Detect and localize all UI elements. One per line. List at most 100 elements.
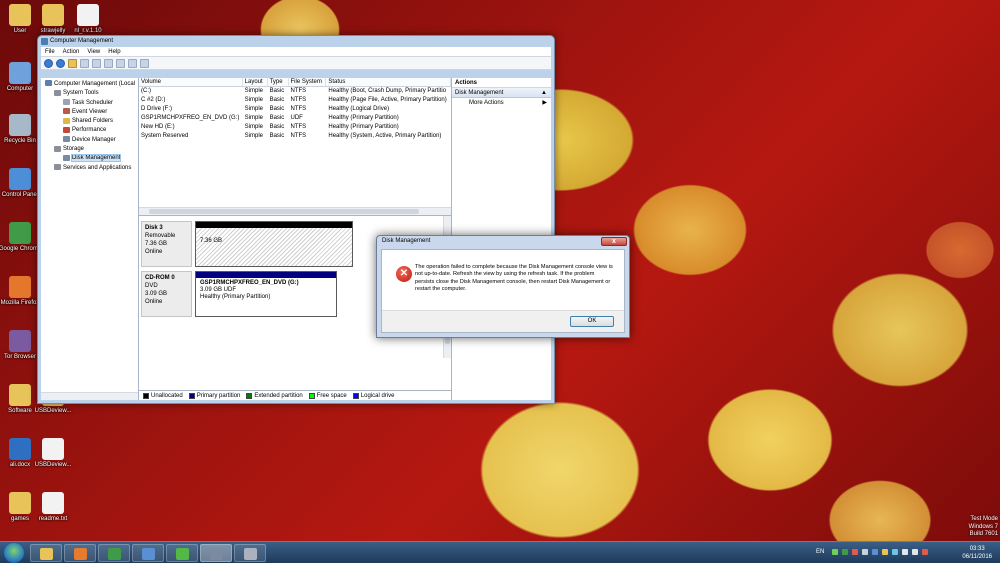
tree-item-label: Storage bbox=[63, 146, 85, 153]
desktop-icon[interactable]: readme.txt bbox=[23, 492, 83, 522]
tree-item[interactable]: Device Manager bbox=[41, 136, 138, 145]
tray-app-icon[interactable] bbox=[872, 549, 878, 555]
console-icon[interactable] bbox=[116, 58, 125, 68]
table-cell: Basic bbox=[269, 124, 285, 130]
volume-horizontal-scrollbar[interactable] bbox=[139, 207, 451, 215]
table-row[interactable]: C #2 (D:) Simple Basic NTFS Healthy (Page Fi… bbox=[139, 96, 451, 105]
tree-item[interactable]: Event Viewer bbox=[41, 108, 138, 117]
column-file-system[interactable]: File System bbox=[289, 78, 327, 86]
cdrom-0-partition[interactable]: GSP1RMCHPXFREO_EN_DVD (G:) 3.09 GB UDF H… bbox=[195, 271, 337, 317]
tray-app-icon[interactable] bbox=[832, 549, 838, 555]
partition-size: 3.09 GB UDF bbox=[200, 287, 237, 293]
window-titlebar[interactable]: Computer Management bbox=[38, 36, 554, 47]
table-row[interactable]: D Drive (F:) Simple Basic NTFS Healthy (Logi… bbox=[139, 105, 451, 114]
tree-item[interactable]: Services and Applications bbox=[41, 164, 138, 173]
chrome-icon bbox=[108, 548, 121, 560]
taskbar-disk-tool-button[interactable] bbox=[234, 544, 266, 562]
tray-app-icon[interactable] bbox=[862, 549, 868, 555]
taskbar-explorer-button[interactable] bbox=[30, 544, 62, 562]
up-folder-icon[interactable] bbox=[68, 58, 77, 68]
column-status[interactable]: Status bbox=[326, 78, 451, 86]
tree-item[interactable]: System Tools bbox=[41, 89, 138, 98]
tray-app-icon[interactable] bbox=[882, 549, 888, 555]
legend-item: Unallocated bbox=[143, 392, 183, 399]
tree-item-label: Performance bbox=[72, 127, 107, 134]
desktop-icon-glyph-icon bbox=[9, 330, 31, 352]
disk-3-unallocated-partition[interactable]: 7.36 GB bbox=[195, 221, 353, 267]
forward-arrow-icon[interactable] bbox=[56, 58, 65, 68]
taskbar-computer-management-button[interactable] bbox=[200, 544, 232, 562]
table-cell: Simple bbox=[244, 88, 263, 94]
help-icon[interactable] bbox=[104, 58, 113, 68]
column-volume[interactable]: Volume bbox=[139, 78, 243, 86]
tree-node-icon bbox=[54, 89, 61, 96]
show-hide-tree-icon[interactable] bbox=[80, 58, 89, 68]
table-row[interactable]: New HD (E:) Simple Basic NTFS Healthy (Prima… bbox=[139, 123, 451, 132]
actions-disk-management[interactable]: Disk Management ▲ bbox=[452, 88, 551, 98]
legend-item: Logical drive bbox=[352, 392, 394, 399]
desktop-icon-glyph-icon bbox=[42, 492, 64, 514]
taskbar-media-player-button[interactable] bbox=[64, 544, 96, 562]
tree-item[interactable]: Performance bbox=[41, 126, 138, 135]
tree-item[interactable]: Storage bbox=[41, 145, 138, 154]
dialog-titlebar[interactable]: Disk Management x bbox=[377, 236, 629, 247]
cdrom-state: Online bbox=[145, 299, 163, 305]
scroll-thumb[interactable] bbox=[149, 209, 419, 214]
settings-icon[interactable] bbox=[140, 58, 149, 68]
desktop-icon[interactable]: nl_r.v.1.10 bbox=[58, 4, 118, 34]
column-layout[interactable]: Layout bbox=[243, 78, 268, 86]
computer-management-window[interactable]: Computer Management File Action View Hel… bbox=[37, 35, 555, 404]
menu-action[interactable]: Action bbox=[63, 49, 80, 55]
tree-node-icon bbox=[63, 136, 70, 143]
table-row[interactable]: GSP1RMCHPXFREO_EN_DVD (G:) Simple Basic UDF… bbox=[139, 114, 451, 123]
collapse-icon[interactable]: ▲ bbox=[541, 88, 547, 98]
tree-item[interactable]: Disk Management bbox=[41, 154, 138, 163]
tray-app-icon[interactable] bbox=[842, 549, 848, 555]
legend-item: Extended partition bbox=[246, 392, 303, 399]
menu-view[interactable]: View bbox=[87, 49, 100, 55]
legend-item: Free space bbox=[308, 392, 347, 399]
taskbar-utorrent-button[interactable] bbox=[166, 544, 198, 562]
disk-management-error-dialog[interactable]: Disk Management x ✕ The operation failed… bbox=[376, 235, 630, 338]
table-row[interactable]: (C:) Simple Basic NTFS Healthy (Boot, Crash … bbox=[139, 87, 451, 96]
tree-node-icon bbox=[63, 154, 70, 161]
language-indicator[interactable]: EN bbox=[816, 549, 824, 555]
back-arrow-icon[interactable] bbox=[44, 58, 53, 68]
properties-icon[interactable] bbox=[92, 58, 101, 68]
action-center-icon[interactable] bbox=[922, 549, 928, 555]
more-actions[interactable]: More Actions ▶ bbox=[452, 98, 551, 108]
tree-item[interactable]: Shared Folders bbox=[41, 117, 138, 126]
table-cell: NTFS bbox=[290, 133, 307, 139]
network-icon[interactable] bbox=[902, 549, 908, 555]
cdrom-0-label[interactable]: CD-ROM 0 DVD 3.09 GB Online bbox=[141, 271, 192, 317]
menu-help[interactable]: Help bbox=[108, 49, 120, 55]
taskbar-chrome-button[interactable] bbox=[98, 544, 130, 562]
tray-app-icon[interactable] bbox=[852, 549, 858, 555]
table-cell: Basic bbox=[269, 88, 285, 94]
partition-legend: Unallocated Primary partition Extended par… bbox=[139, 390, 451, 400]
volume-icon[interactable] bbox=[912, 549, 918, 555]
menu-file[interactable]: File bbox=[45, 49, 55, 55]
tree-item-label: Shared Folders bbox=[72, 118, 114, 125]
tree-item[interactable]: Task Scheduler bbox=[41, 99, 138, 108]
tree-horizontal-scrollbar[interactable] bbox=[41, 392, 138, 400]
desktop-icon-label: USBDeview... bbox=[34, 462, 72, 468]
computer-management-icon bbox=[41, 38, 48, 45]
desktop-icon-label: nl_r.v.1.10 bbox=[74, 28, 102, 34]
disk-3-label[interactable]: Disk 3 Removable 7.36 GB Online bbox=[141, 221, 192, 267]
export-list-icon[interactable] bbox=[128, 58, 137, 68]
desktop-icon-glyph-icon bbox=[9, 276, 31, 298]
desktop-icon[interactable]: USBDeview... bbox=[23, 438, 83, 468]
legend-swatch bbox=[246, 392, 253, 399]
column-type[interactable]: Type bbox=[268, 78, 289, 86]
ok-button[interactable]: OK bbox=[570, 316, 614, 327]
tray-app-icon[interactable] bbox=[892, 549, 898, 555]
dialog-close-button[interactable]: x bbox=[601, 237, 627, 246]
tree-item[interactable]: Computer Management (Local bbox=[41, 80, 138, 89]
tree-item-label: Event Viewer bbox=[72, 108, 108, 115]
taskbar-remote-desktop-button[interactable] bbox=[132, 544, 164, 562]
legend-label: Free space bbox=[316, 392, 347, 399]
clock[interactable]: 03:33 06/11/2016 bbox=[962, 545, 992, 561]
table-row[interactable]: System Reserved Simple Basic NTFS Healthy (S… bbox=[139, 132, 451, 141]
start-button[interactable] bbox=[4, 543, 24, 563]
